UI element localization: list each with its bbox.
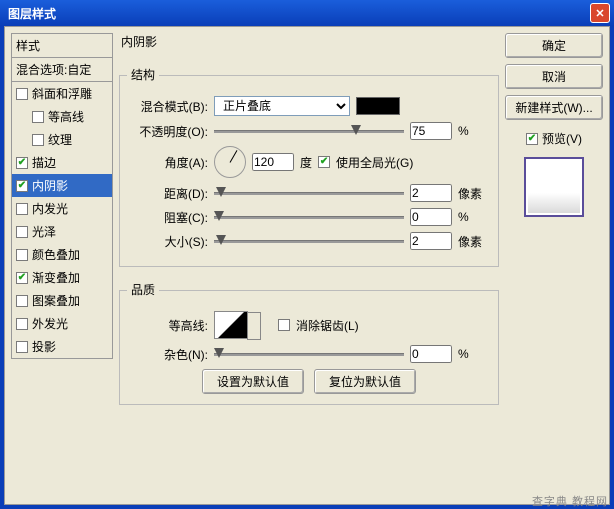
style-checkbox[interactable] bbox=[16, 249, 28, 261]
preview-swatch bbox=[524, 157, 584, 217]
global-light-checkbox[interactable] bbox=[318, 156, 330, 168]
sidebar-item[interactable]: 斜面和浮雕 bbox=[12, 82, 112, 105]
sidebar-item-label: 光泽 bbox=[32, 223, 56, 240]
size-input[interactable] bbox=[410, 232, 452, 250]
sidebar-item[interactable]: 颜色叠加 bbox=[12, 243, 112, 266]
style-checkbox[interactable] bbox=[32, 134, 44, 146]
blendmode-label: 混合模式(B): bbox=[130, 98, 208, 115]
antialias-label: 消除锯齿(L) bbox=[296, 317, 359, 334]
sidebar-item[interactable]: 等高线 bbox=[12, 105, 112, 128]
global-light-label: 使用全局光(G) bbox=[336, 154, 413, 171]
sidebar-item[interactable]: 渐变叠加 bbox=[12, 266, 112, 289]
close-button[interactable]: ✕ bbox=[590, 3, 610, 23]
choke-input[interactable] bbox=[410, 208, 452, 226]
style-checkbox[interactable] bbox=[16, 203, 28, 215]
sidebar-item[interactable]: 图案叠加 bbox=[12, 289, 112, 312]
opacity-label: 不透明度(O): bbox=[130, 123, 208, 140]
style-checkbox[interactable] bbox=[16, 295, 28, 307]
style-checkbox[interactable] bbox=[16, 341, 28, 353]
style-checkbox[interactable] bbox=[16, 157, 28, 169]
sidebar-header-blend[interactable]: 混合选项:自定 bbox=[11, 58, 113, 82]
noise-label: 杂色(N): bbox=[130, 346, 208, 363]
distance-slider[interactable] bbox=[214, 185, 404, 201]
sidebar-item[interactable]: 内阴影 bbox=[12, 174, 112, 197]
settings-column: 内阴影 结构 混合模式(B): 正片叠底 不透明度(O): % 角度(A): 度… bbox=[119, 33, 499, 498]
section-quality-title: 品质 bbox=[127, 281, 159, 298]
choke-label: 阻塞(C): bbox=[130, 209, 208, 226]
angle-unit: 度 bbox=[300, 154, 312, 171]
make-default-button[interactable]: 设置为默认值 bbox=[202, 369, 304, 394]
color-swatch[interactable] bbox=[356, 97, 400, 115]
opacity-input[interactable] bbox=[410, 122, 452, 140]
sidebar-item[interactable]: 内发光 bbox=[12, 197, 112, 220]
size-unit: 像素 bbox=[458, 233, 488, 250]
title-bar: 图层样式 ✕ bbox=[0, 0, 614, 26]
angle-input[interactable] bbox=[252, 153, 294, 171]
new-style-button[interactable]: 新建样式(W)... bbox=[505, 95, 603, 120]
style-checkbox[interactable] bbox=[16, 272, 28, 284]
styles-sidebar: 样式 混合选项:自定 斜面和浮雕等高线纹理描边内阴影内发光光泽颜色叠加渐变叠加图… bbox=[11, 33, 113, 498]
size-label: 大小(S): bbox=[130, 233, 208, 250]
ok-button[interactable]: 确定 bbox=[505, 33, 603, 58]
distance-label: 距离(D): bbox=[130, 185, 208, 202]
style-checkbox[interactable] bbox=[16, 88, 28, 100]
contour-picker[interactable] bbox=[214, 311, 248, 339]
sidebar-header-style[interactable]: 样式 bbox=[11, 33, 113, 58]
style-checkbox[interactable] bbox=[16, 180, 28, 192]
antialias-checkbox[interactable] bbox=[278, 319, 290, 331]
noise-unit: % bbox=[458, 347, 488, 361]
distance-unit: 像素 bbox=[458, 185, 488, 202]
sidebar-item[interactable]: 外发光 bbox=[12, 312, 112, 335]
sidebar-item-label: 外发光 bbox=[32, 315, 68, 332]
quality-group: 等高线: 消除锯齿(L) 杂色(N): % 设置为默认值 复位为默认值 bbox=[119, 290, 499, 405]
noise-slider[interactable] bbox=[214, 346, 404, 362]
sidebar-item[interactable]: 描边 bbox=[12, 151, 112, 174]
buttons-column: 确定 取消 新建样式(W)... 预览(V) bbox=[505, 33, 603, 498]
sidebar-item-label: 内阴影 bbox=[32, 177, 68, 194]
contour-label: 等高线: bbox=[130, 317, 208, 334]
sidebar-item-label: 颜色叠加 bbox=[32, 246, 80, 263]
noise-input[interactable] bbox=[410, 345, 452, 363]
dialog-panel: 样式 混合选项:自定 斜面和浮雕等高线纹理描边内阴影内发光光泽颜色叠加渐变叠加图… bbox=[4, 26, 610, 505]
style-checkbox[interactable] bbox=[16, 318, 28, 330]
sidebar-item-label: 渐变叠加 bbox=[32, 269, 80, 286]
sidebar-item-label: 等高线 bbox=[48, 108, 84, 125]
sidebar-item[interactable]: 光泽 bbox=[12, 220, 112, 243]
angle-dial[interactable] bbox=[214, 146, 246, 178]
style-checkbox[interactable] bbox=[32, 111, 44, 123]
blendmode-select[interactable]: 正片叠底 bbox=[214, 96, 350, 116]
preview-label: 预览(V) bbox=[542, 130, 582, 147]
sidebar-item[interactable]: 投影 bbox=[12, 335, 112, 358]
sidebar-item-label: 内发光 bbox=[32, 200, 68, 217]
opacity-unit: % bbox=[458, 124, 488, 138]
distance-input[interactable] bbox=[410, 184, 452, 202]
reset-default-button[interactable]: 复位为默认值 bbox=[314, 369, 416, 394]
style-checkbox[interactable] bbox=[16, 226, 28, 238]
sidebar-item-label: 图案叠加 bbox=[32, 292, 80, 309]
choke-unit: % bbox=[458, 210, 488, 224]
panel-title: 内阴影 bbox=[121, 33, 499, 50]
sidebar-item-label: 描边 bbox=[32, 154, 56, 171]
opacity-slider[interactable] bbox=[214, 123, 404, 139]
choke-slider[interactable] bbox=[214, 209, 404, 225]
sidebar-item-label: 斜面和浮雕 bbox=[32, 85, 92, 102]
section-structure-title: 结构 bbox=[127, 66, 159, 83]
angle-label: 角度(A): bbox=[130, 154, 208, 171]
size-slider[interactable] bbox=[214, 233, 404, 249]
preview-checkbox[interactable] bbox=[526, 133, 538, 145]
sidebar-item-label: 投影 bbox=[32, 338, 56, 355]
window-title: 图层样式 bbox=[4, 5, 590, 22]
sidebar-item[interactable]: 纹理 bbox=[12, 128, 112, 151]
structure-group: 混合模式(B): 正片叠底 不透明度(O): % 角度(A): 度 使用全局光(… bbox=[119, 75, 499, 267]
sidebar-item-label: 纹理 bbox=[48, 131, 72, 148]
style-list: 斜面和浮雕等高线纹理描边内阴影内发光光泽颜色叠加渐变叠加图案叠加外发光投影 bbox=[11, 82, 113, 359]
cancel-button[interactable]: 取消 bbox=[505, 64, 603, 89]
